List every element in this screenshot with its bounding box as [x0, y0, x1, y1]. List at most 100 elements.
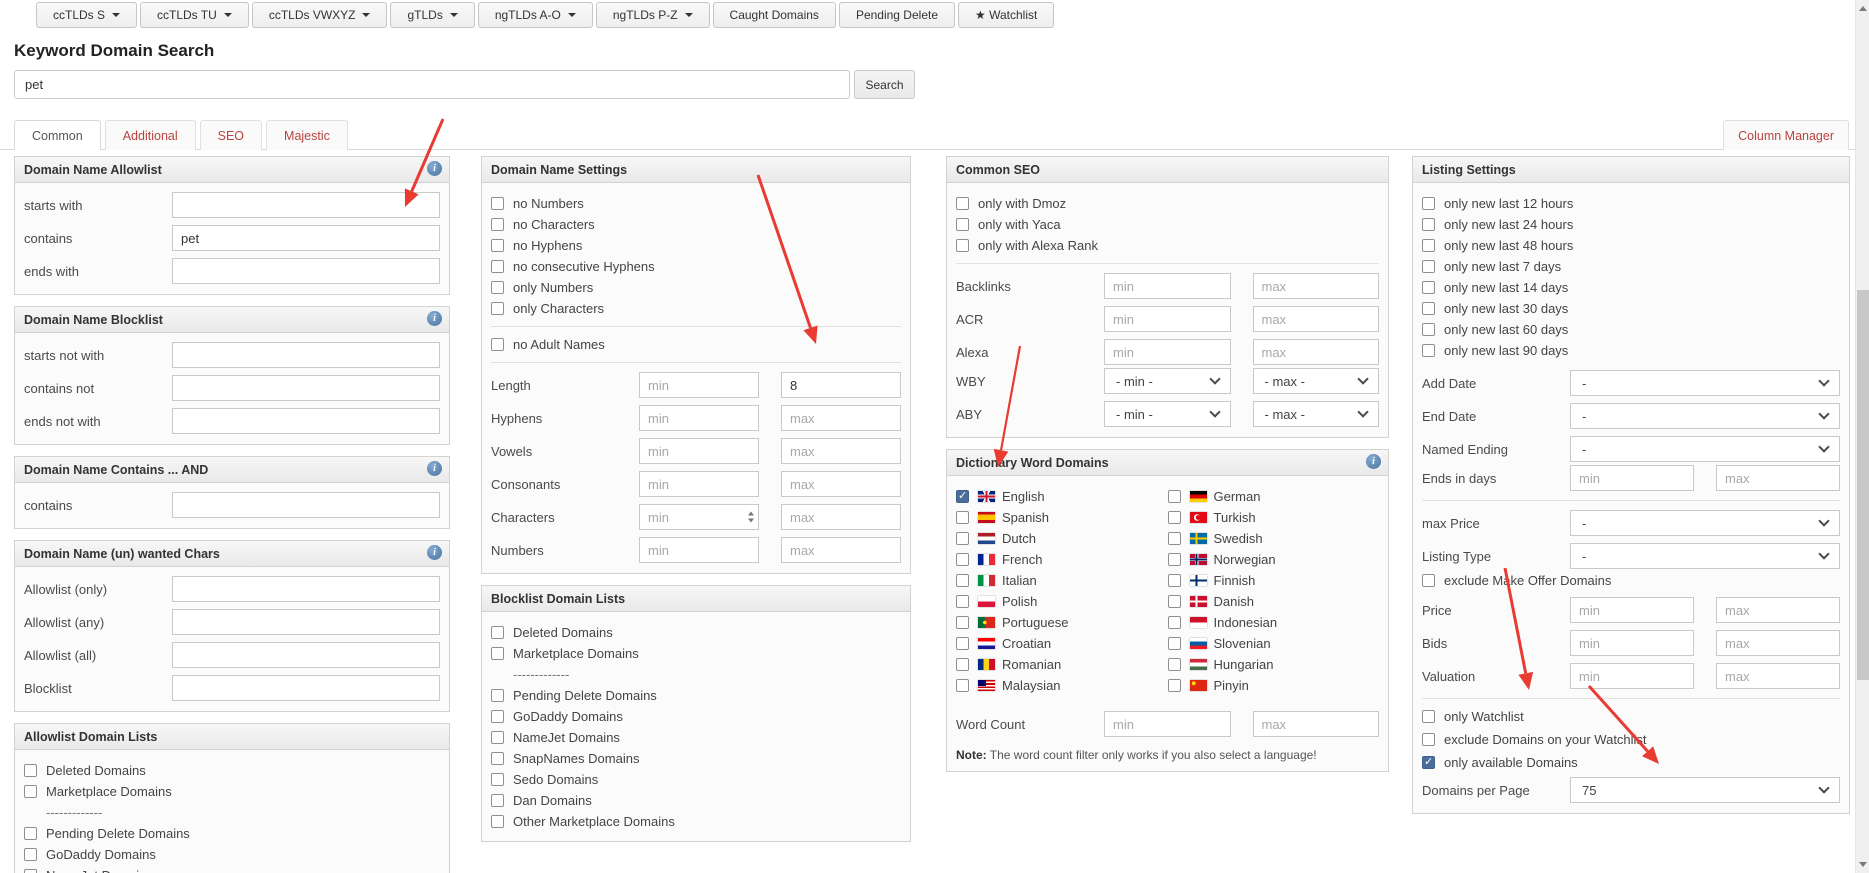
- domain-list-option[interactable]: Deleted Domains: [491, 624, 901, 641]
- checkbox[interactable]: [24, 869, 37, 873]
- listing-option[interactable]: only new last 30 days: [1422, 300, 1840, 317]
- checkbox[interactable]: [491, 197, 504, 210]
- nav-button[interactable]: ccTLDs S: [36, 2, 137, 28]
- dropdown-select[interactable]: -: [1570, 510, 1840, 536]
- language-option[interactable]: Croatian: [956, 635, 1168, 652]
- checkbox[interactable]: [1422, 260, 1435, 273]
- checkbox[interactable]: [956, 658, 969, 671]
- max-input[interactable]: [1716, 465, 1840, 491]
- checkbox[interactable]: [1168, 553, 1181, 566]
- text-input[interactable]: [172, 408, 440, 434]
- checkbox[interactable]: [1422, 239, 1435, 252]
- language-option[interactable]: English: [956, 488, 1168, 505]
- domain-list-option[interactable]: NameJet Domains: [491, 729, 901, 746]
- info-icon[interactable]: [427, 461, 442, 476]
- checkbox[interactable]: [1168, 490, 1181, 503]
- listing-option[interactable]: only new last 7 days: [1422, 258, 1840, 275]
- language-option[interactable]: Indonesian: [1168, 614, 1380, 631]
- checkbox[interactable]: [491, 626, 504, 639]
- nav-button[interactable]: ccTLDs TU: [140, 2, 249, 28]
- text-input[interactable]: [172, 675, 440, 701]
- setting-option[interactable]: only Characters: [491, 300, 901, 317]
- setting-option[interactable]: no Characters: [491, 216, 901, 233]
- max-input[interactable]: [1716, 630, 1840, 656]
- min-input[interactable]: [1104, 711, 1231, 737]
- seo-option[interactable]: only with Dmoz: [956, 195, 1379, 212]
- max-input[interactable]: [781, 405, 901, 431]
- nav-button[interactable]: ccTLDs VWXYZ: [252, 2, 388, 28]
- listing-option[interactable]: only new last 60 days: [1422, 321, 1840, 338]
- nav-button[interactable]: Pending Delete: [839, 2, 955, 28]
- domain-list-option[interactable]: SnapNames Domains: [491, 750, 901, 767]
- setting-option[interactable]: only Numbers: [491, 279, 901, 296]
- checkbox[interactable]: [24, 827, 37, 840]
- language-option[interactable]: Italian: [956, 572, 1168, 589]
- language-option[interactable]: Portuguese: [956, 614, 1168, 631]
- max-input[interactable]: [781, 471, 901, 497]
- checkbox[interactable]: [956, 679, 969, 692]
- checkbox[interactable]: [1168, 532, 1181, 545]
- vertical-scrollbar[interactable]: [1855, 0, 1869, 873]
- info-icon[interactable]: [1366, 454, 1381, 469]
- setting-option-no-adult[interactable]: no Adult Names: [491, 336, 901, 353]
- domain-list-option[interactable]: Marketplace Domains: [24, 783, 440, 800]
- max-input[interactable]: [781, 504, 901, 530]
- domain-list-option[interactable]: -------------: [491, 666, 901, 683]
- checkbox[interactable]: [491, 689, 504, 702]
- checkbox[interactable]: [956, 218, 969, 231]
- checkbox[interactable]: [1422, 756, 1435, 769]
- min-input[interactable]: [1570, 630, 1694, 656]
- checkbox[interactable]: [491, 260, 504, 273]
- listing-option[interactable]: only new last 24 hours: [1422, 216, 1840, 233]
- checkbox[interactable]: [491, 710, 504, 723]
- checkbox[interactable]: [1422, 281, 1435, 294]
- checkbox[interactable]: [1422, 197, 1435, 210]
- dropdown-select[interactable]: -: [1570, 403, 1840, 429]
- dropdown-select[interactable]: -: [1570, 436, 1840, 462]
- dropdown-select[interactable]: -: [1570, 543, 1840, 569]
- language-option[interactable]: Spanish: [956, 509, 1168, 526]
- checkbox[interactable]: [24, 764, 37, 777]
- checkbox[interactable]: [1422, 218, 1435, 231]
- language-option[interactable]: Danish: [1168, 593, 1380, 610]
- min-input[interactable]: [639, 405, 759, 431]
- text-input[interactable]: [172, 258, 440, 284]
- checkbox[interactable]: [1422, 733, 1435, 746]
- setting-option[interactable]: no Hyphens: [491, 237, 901, 254]
- domain-list-option[interactable]: Deleted Domains: [24, 762, 440, 779]
- watchlist-option[interactable]: only Watchlist: [1422, 708, 1840, 725]
- setting-option[interactable]: no Numbers: [491, 195, 901, 212]
- checkbox[interactable]: [1168, 574, 1181, 587]
- min-select[interactable]: - min -: [1104, 401, 1231, 427]
- language-option[interactable]: French: [956, 551, 1168, 568]
- min-select[interactable]: - min -: [1104, 368, 1231, 394]
- checkbox[interactable]: [956, 239, 969, 252]
- checkbox[interactable]: [956, 197, 969, 210]
- checkbox[interactable]: [491, 218, 504, 231]
- min-input[interactable]: [639, 537, 759, 563]
- checkbox[interactable]: [1422, 302, 1435, 315]
- domain-list-option[interactable]: Marketplace Domains: [491, 645, 901, 662]
- nav-button[interactable]: ngTLDs P-Z: [596, 2, 710, 28]
- min-input[interactable]: [639, 438, 759, 464]
- search-button[interactable]: Search: [854, 70, 915, 99]
- min-input[interactable]: [1570, 663, 1694, 689]
- nav-button[interactable]: Caught Domains: [713, 2, 836, 28]
- checkbox[interactable]: [491, 752, 504, 765]
- scroll-down-icon[interactable]: [1859, 862, 1867, 867]
- checkbox[interactable]: [491, 815, 504, 828]
- checkbox[interactable]: [1422, 344, 1435, 357]
- max-input[interactable]: [1253, 306, 1380, 332]
- scroll-up-icon[interactable]: [1859, 6, 1867, 11]
- checkbox[interactable]: [1168, 511, 1181, 524]
- min-input[interactable]: [1104, 273, 1231, 299]
- checkbox[interactable]: [956, 574, 969, 587]
- min-input[interactable]: [1104, 306, 1231, 332]
- checkbox[interactable]: [1422, 323, 1435, 336]
- checkbox[interactable]: [1168, 637, 1181, 650]
- text-input[interactable]: [172, 225, 440, 251]
- exclude-make-offer-option[interactable]: exclude Make Offer Domains: [1422, 572, 1840, 589]
- text-input[interactable]: [172, 492, 440, 518]
- language-option[interactable]: Norwegian: [1168, 551, 1380, 568]
- checkbox[interactable]: [1168, 595, 1181, 608]
